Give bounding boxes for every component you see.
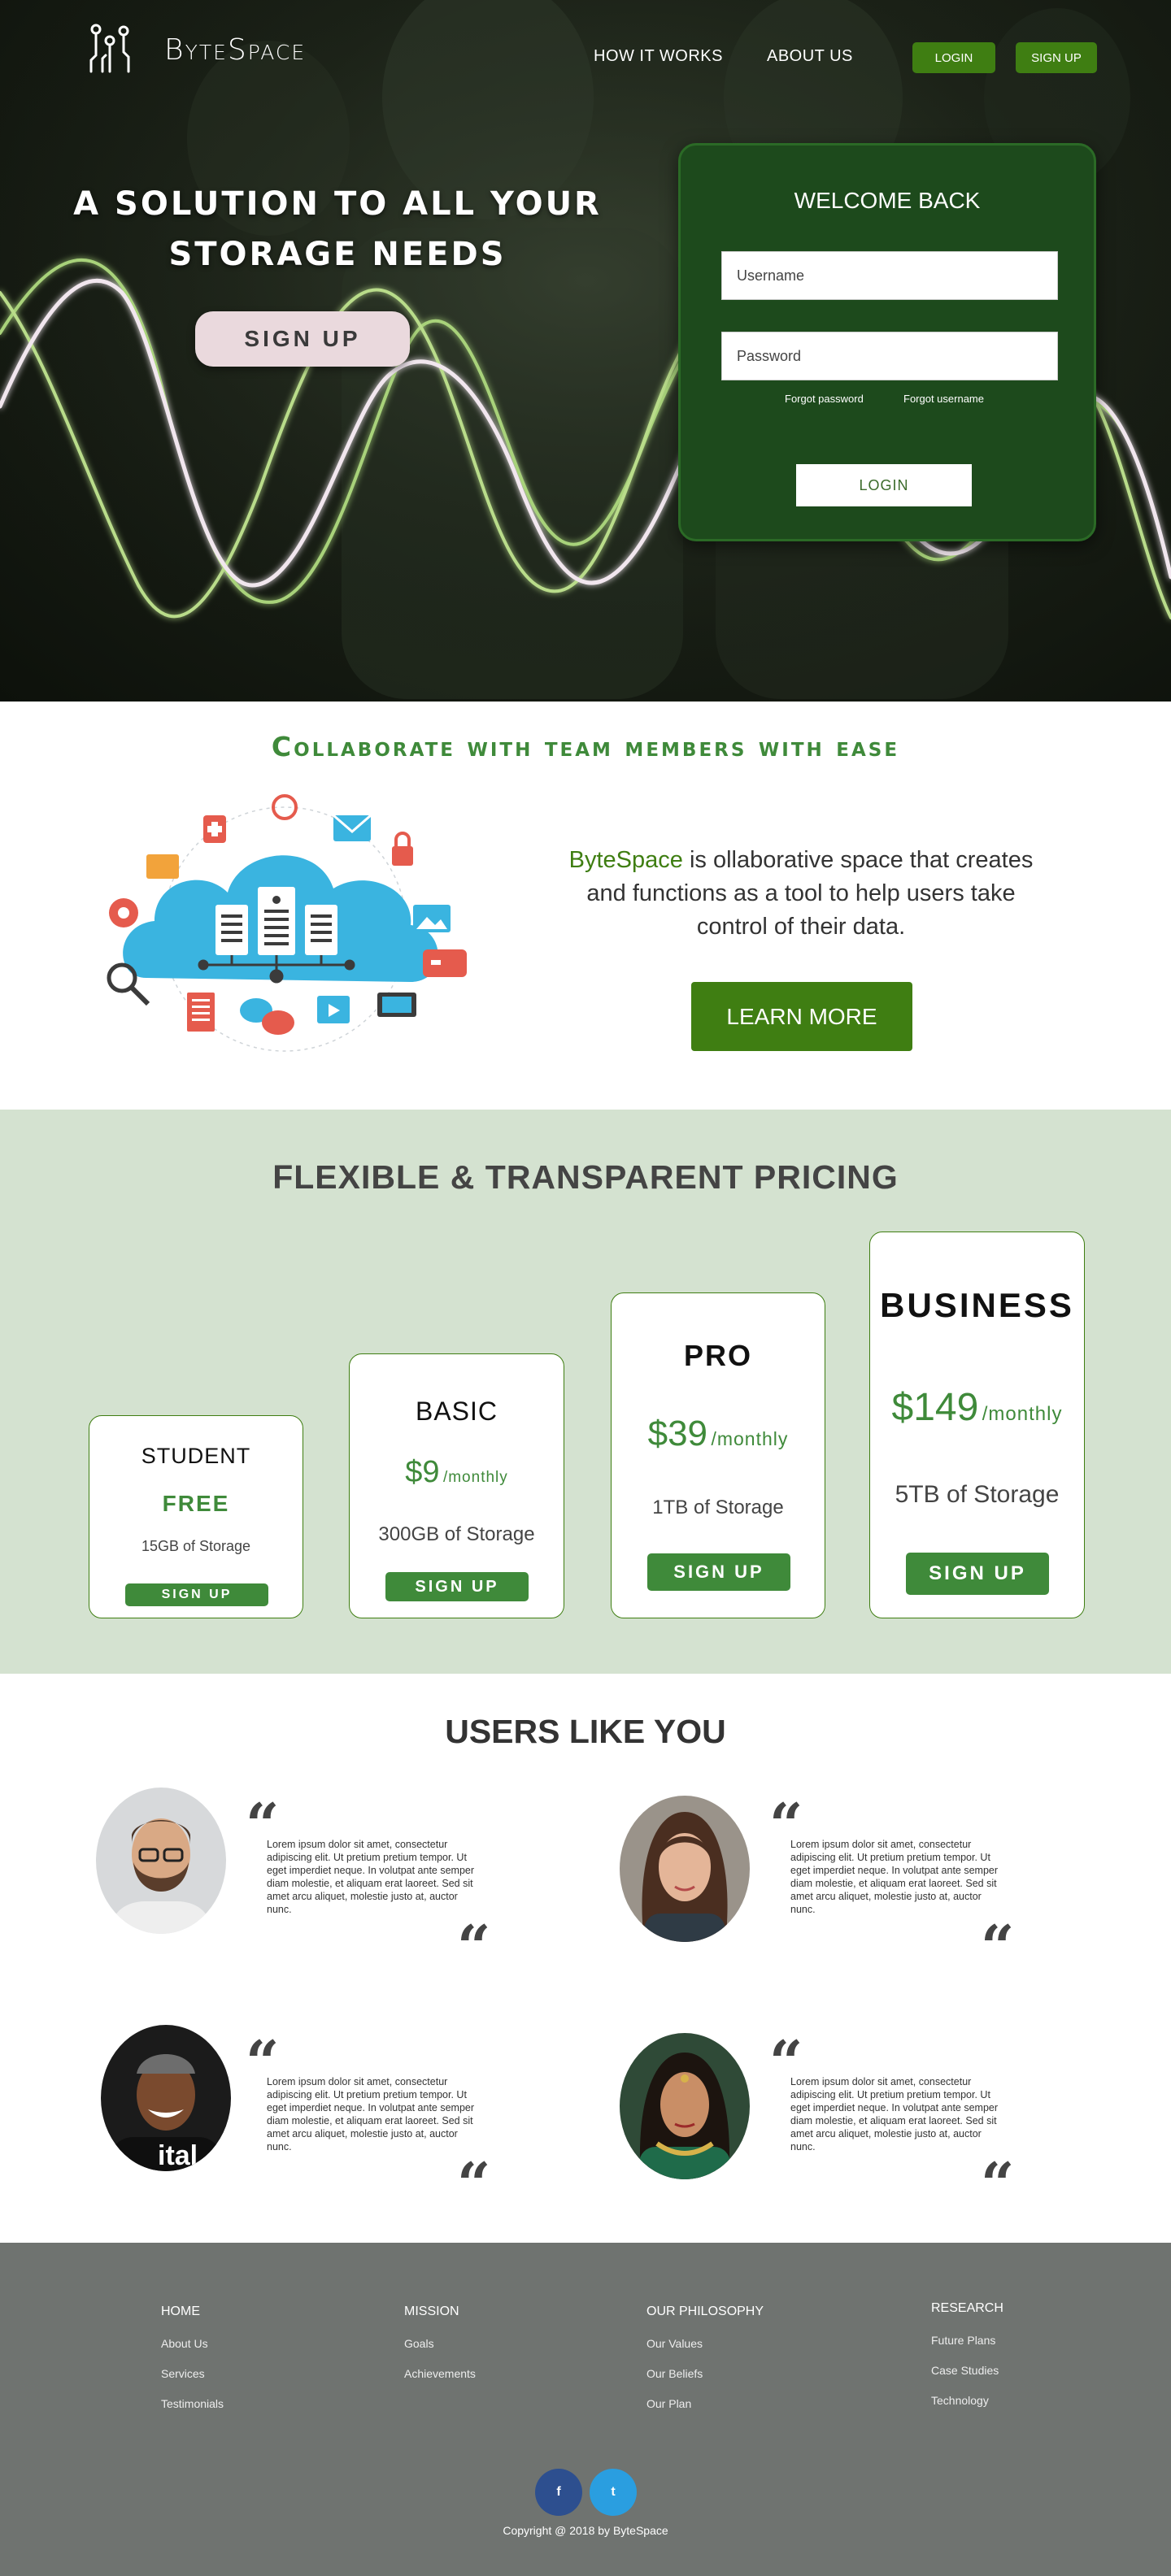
pricing-section: FLEXIBLE & TRANSPARENT PRICING STUDENT F…: [0, 1110, 1171, 1674]
plan-price-amount: $39: [647, 1414, 708, 1453]
collaborate-description: ByteSpace is ollaborative space that cre…: [561, 844, 1041, 944]
footer-heading-research[interactable]: RESEARCH: [931, 2301, 1003, 2316]
username-input[interactable]: [721, 251, 1058, 300]
hero-headline-line2: STORAGE NEEDS: [168, 236, 507, 273]
plan-price: FREE: [162, 1491, 230, 1516]
close-quote-icon: “: [457, 2149, 491, 2218]
hero-headline: A SOLUTION TO ALL YOUR STORAGE NEEDS: [73, 179, 602, 280]
user-avatar: [620, 2033, 750, 2179]
pricing-card-basic: BASIC $9 /monthly 300GB of Storage SIGN …: [349, 1353, 564, 1618]
footer-link-technology[interactable]: Technology: [931, 2394, 1003, 2407]
twitter-icon[interactable]: t: [590, 2469, 637, 2516]
forgot-password-link[interactable]: Forgot password: [785, 393, 864, 405]
plan-storage: 1TB of Storage: [652, 1497, 784, 1518]
pricing-title: FLEXIBLE & TRANSPARENT PRICING: [272, 1158, 899, 1196]
footer-link-our-beliefs[interactable]: Our Beliefs: [646, 2367, 764, 2380]
testimonial-card: “ Lorem ipsum dolor sit amet, consectetu…: [96, 1788, 551, 1976]
footer-link-goals[interactable]: Goals: [404, 2337, 476, 2350]
pricing-card-pro: PRO $39 /monthly 1TB of Storage SIGN UP: [611, 1292, 825, 1618]
footer: HOME About Us Services Testimonials MISS…: [0, 2243, 1171, 2576]
footer-column-mission: MISSION Goals Achievements: [404, 2304, 476, 2397]
footer-heading-philosophy[interactable]: OUR PHILOSOPHY: [646, 2304, 764, 2319]
learn-more-button[interactable]: LEARN MORE: [691, 982, 912, 1051]
plan-price-amount: $9: [405, 1455, 440, 1489]
facebook-icon[interactable]: f: [535, 2469, 582, 2516]
nav-login-button[interactable]: LOGIN: [912, 42, 995, 73]
business-signup-button[interactable]: SIGN UP: [906, 1553, 1049, 1595]
cloud-storage-illustration: [107, 794, 467, 1052]
footer-column-research: RESEARCH Future Plans Case Studies Techn…: [931, 2301, 1003, 2424]
top-navigation: ByteSpace HOW IT WORKS ABOUT US LOGIN SI…: [0, 0, 1171, 114]
footer-link-future-plans[interactable]: Future Plans: [931, 2334, 1003, 2347]
close-quote-icon: “: [981, 1912, 1015, 1981]
nav-signup-button[interactable]: SIGN UP: [1016, 42, 1097, 73]
pricing-card-student: STUDENT FREE 15GB of Storage SIGN UP: [89, 1415, 303, 1618]
logo[interactable]: ByteSpace: [88, 23, 306, 76]
user-avatar: ital: [101, 2025, 231, 2171]
plan-name: BUSINESS: [880, 1286, 1074, 1324]
login-card-title: WELCOME BACK: [794, 188, 981, 213]
basic-signup-button[interactable]: SIGN UP: [385, 1572, 529, 1601]
nav-how-it-works-link[interactable]: HOW IT WORKS: [594, 47, 723, 66]
hero-headline-line1: A SOLUTION TO ALL YOUR: [73, 185, 602, 223]
footer-link-services[interactable]: Services: [161, 2367, 224, 2380]
plan-price-period: /monthly: [711, 1428, 789, 1449]
footer-link-testimonials[interactable]: Testimonials: [161, 2397, 224, 2410]
plan-price-amount: $149: [891, 1386, 979, 1429]
user-avatar: [620, 1796, 750, 1942]
footer-column-philosophy: OUR PHILOSOPHY Our Values Our Beliefs Ou…: [646, 2304, 764, 2427]
collaborate-brand-word: ByteSpace: [568, 847, 683, 873]
login-submit-button[interactable]: LOGIN: [796, 464, 972, 506]
copyright-text: Copyright @ 2018 by ByteSpace: [503, 2524, 668, 2537]
testimonials-section: USERS LIKE YOU “ Lorem ipsum dolor sit a…: [0, 1674, 1171, 2243]
password-input[interactable]: [721, 332, 1058, 380]
testimonial-text: Lorem ipsum dolor sit amet, consectetur …: [267, 2076, 475, 2152]
login-card: WELCOME BACK Forgot password Forgot user…: [678, 143, 1096, 541]
student-signup-button[interactable]: SIGN UP: [125, 1583, 268, 1606]
user-avatar: [96, 1788, 226, 1934]
plan-name: PRO: [683, 1339, 752, 1372]
testimonial-text: Lorem ipsum dolor sit amet, consectetur …: [790, 2076, 999, 2152]
plan-price: $39 /monthly: [612, 1414, 825, 1454]
testimonial-card: ital “ Lorem ipsum dolor sit amet, conse…: [101, 2025, 556, 2213]
footer-link-our-plan[interactable]: Our Plan: [646, 2397, 764, 2410]
close-quote-icon: “: [981, 2149, 1015, 2218]
testimonials-title: USERS LIKE YOU: [445, 1713, 726, 1750]
plan-name: BASIC: [415, 1397, 498, 1426]
testimonial-card: “ Lorem ipsum dolor sit amet, consectetu…: [620, 1796, 1075, 1976]
footer-link-about-us[interactable]: About Us: [161, 2337, 224, 2350]
nav-about-us-link[interactable]: ABOUT US: [767, 47, 853, 66]
forgot-username-link[interactable]: Forgot username: [903, 393, 984, 405]
footer-link-achievements[interactable]: Achievements: [404, 2367, 476, 2380]
plan-storage: 300GB of Storage: [378, 1523, 535, 1545]
testimonial-card: “ Lorem ipsum dolor sit amet, consectetu…: [620, 2033, 1075, 2213]
avatar-shirt-text: ital: [158, 2140, 198, 2171]
testimonial-text: Lorem ipsum dolor sit amet, consectetur …: [790, 1839, 999, 1915]
footer-column-home: HOME About Us Services Testimonials: [161, 2304, 224, 2427]
testimonial-text: Lorem ipsum dolor sit amet, consectetur …: [267, 1839, 475, 1915]
footer-link-our-values[interactable]: Our Values: [646, 2337, 764, 2350]
circuit-logo-icon: [89, 24, 130, 73]
pro-signup-button[interactable]: SIGN UP: [647, 1553, 790, 1591]
plan-price-period: /monthly: [982, 1403, 1063, 1425]
collaborate-section: Collaborate with team members with ease: [0, 702, 1171, 1110]
logo-wordmark: ByteSpace: [164, 33, 307, 67]
footer-heading-home[interactable]: HOME: [161, 2304, 224, 2319]
hero-signup-button[interactable]: SIGN UP: [195, 311, 410, 367]
footer-link-case-studies[interactable]: Case Studies: [931, 2364, 1003, 2377]
close-quote-icon: “: [457, 1912, 491, 1981]
plan-storage: 15GB of Storage: [141, 1538, 251, 1554]
hero-section: ByteSpace HOW IT WORKS ABOUT US LOGIN SI…: [0, 0, 1171, 702]
pricing-card-business: BUSINESS $149 /monthly 5TB of Storage SI…: [869, 1232, 1085, 1618]
footer-heading-mission[interactable]: MISSION: [404, 2304, 476, 2319]
plan-price: $9 /monthly: [350, 1455, 564, 1490]
plan-price-period: /monthly: [442, 1469, 508, 1486]
plan-storage: 5TB of Storage: [895, 1481, 1060, 1508]
collaborate-title: Collaborate with team members with ease: [271, 731, 900, 762]
plan-price: $149 /monthly: [870, 1385, 1084, 1430]
plan-name: STUDENT: [141, 1444, 251, 1468]
